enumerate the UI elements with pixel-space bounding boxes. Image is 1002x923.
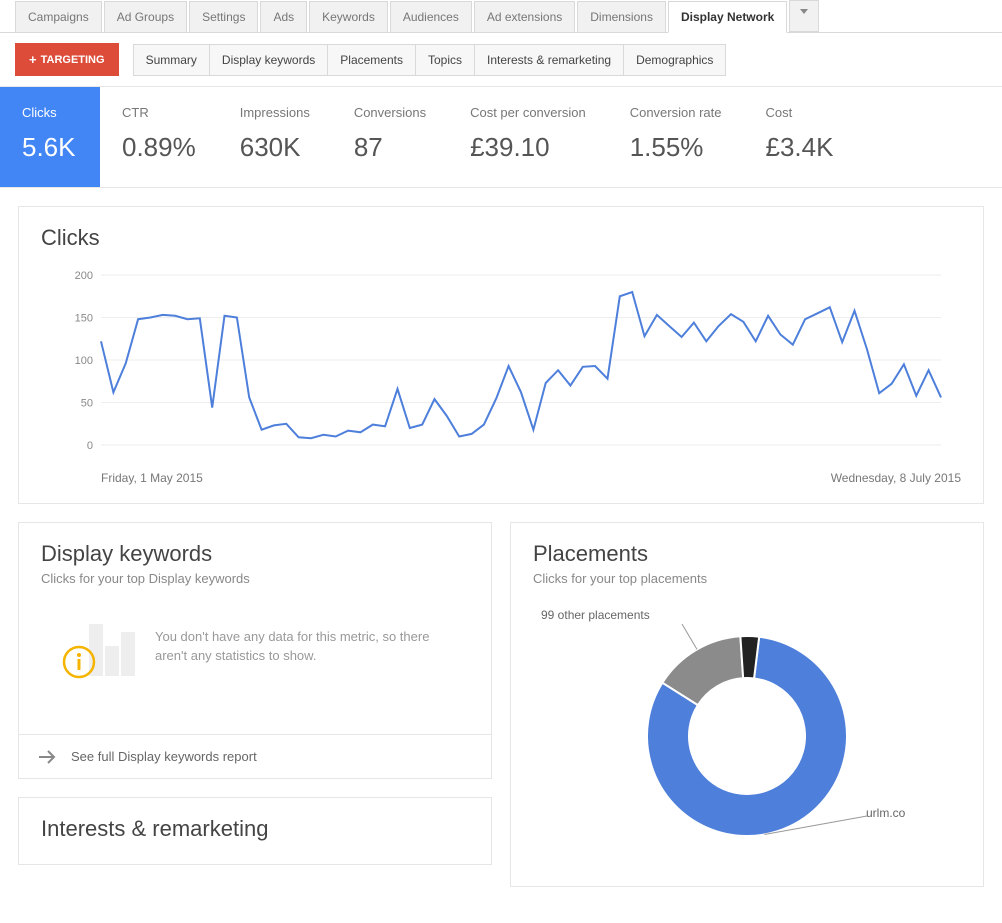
donut-slice-label: urlm.co xyxy=(866,806,905,820)
metric-tile[interactable]: Cost per conversion £39.10 xyxy=(448,87,608,187)
sub-tab[interactable]: Placements xyxy=(327,44,416,76)
arrow-right-icon xyxy=(39,750,57,764)
svg-text:100: 100 xyxy=(75,355,93,367)
metric-label: Impressions xyxy=(240,105,310,120)
metric-value: 630K xyxy=(240,132,310,163)
metric-label: Conversion rate xyxy=(630,105,722,120)
targeting-button-label: TARGETING xyxy=(41,54,105,66)
top-tab[interactable]: Dimensions xyxy=(577,1,666,33)
metric-tile[interactable]: Cost £3.4K xyxy=(743,87,855,187)
display-keywords-report-link[interactable]: See full Display keywords report xyxy=(19,734,491,778)
more-tabs-dropdown[interactable] xyxy=(789,0,819,32)
display-keywords-footer-label: See full Display keywords report xyxy=(71,749,257,764)
metric-value: £39.10 xyxy=(470,132,586,163)
placements-card: Placements Clicks for your top placement… xyxy=(510,522,984,887)
empty-state-message: You don't have any data for this metric,… xyxy=(155,627,435,666)
metric-tile[interactable]: Conversion rate 1.55% xyxy=(608,87,744,187)
svg-text:50: 50 xyxy=(81,398,93,410)
chart-start-date: Friday, 1 May 2015 xyxy=(101,471,203,485)
placements-subtitle: Clicks for your top placements xyxy=(533,571,961,586)
display-keywords-card: Display keywords Clicks for your top Dis… xyxy=(18,522,492,779)
sub-tab-bar: SummaryDisplay keywordsPlacementsTopicsI… xyxy=(133,44,726,76)
chart-end-date: Wednesday, 8 July 2015 xyxy=(831,471,961,485)
top-tab[interactable]: Ads xyxy=(260,1,307,33)
metric-label: Clicks xyxy=(22,105,78,120)
top-tab[interactable]: Ad extensions xyxy=(474,1,575,33)
svg-text:150: 150 xyxy=(75,313,93,325)
metric-label: Cost xyxy=(765,105,833,120)
interests-title: Interests & remarketing xyxy=(41,816,469,842)
svg-text:0: 0 xyxy=(87,440,93,452)
top-tab[interactable]: Campaigns xyxy=(15,1,102,33)
svg-text:200: 200 xyxy=(75,270,93,282)
metric-value: 87 xyxy=(354,132,426,163)
top-tab[interactable]: Audiences xyxy=(390,1,472,33)
sub-tab[interactable]: Topics xyxy=(415,44,475,76)
top-tab[interactable]: Keywords xyxy=(309,1,388,33)
metric-value: 0.89% xyxy=(122,132,196,163)
chevron-down-icon xyxy=(800,9,808,15)
sub-tab[interactable]: Summary xyxy=(133,44,210,76)
clicks-chart-card: Clicks 0 50 100 150 200 Friday, 1 May 2015 W… xyxy=(18,206,984,504)
placements-title: Placements xyxy=(533,541,961,567)
metric-tile[interactable]: CTR 0.89% xyxy=(100,87,218,187)
top-tab[interactable]: Ad Groups xyxy=(104,1,187,33)
metric-label: Conversions xyxy=(354,105,426,120)
metrics-row: Clicks 5.6K CTR 0.89% Impressions 630K Convers… xyxy=(0,87,1002,188)
top-tab[interactable]: Settings xyxy=(189,1,258,33)
sub-tab[interactable]: Demographics xyxy=(623,44,726,76)
display-keywords-title: Display keywords xyxy=(41,541,469,567)
empty-chart-icon xyxy=(61,616,133,676)
placements-donut-chart xyxy=(597,606,897,846)
plus-icon: + xyxy=(29,52,37,67)
metric-tile[interactable]: Clicks 5.6K xyxy=(0,87,100,187)
metric-value: £3.4K xyxy=(765,132,833,163)
metric-label: Cost per conversion xyxy=(470,105,586,120)
clicks-line-chart: 0 50 100 150 200 xyxy=(41,265,951,465)
info-icon xyxy=(61,644,97,680)
metric-tile[interactable]: Conversions 87 xyxy=(332,87,448,187)
metric-value: 5.6K xyxy=(22,132,78,163)
top-tab-bar: CampaignsAd GroupsSettingsAdsKeywordsAud… xyxy=(0,0,1002,33)
sub-tab[interactable]: Interests & remarketing xyxy=(474,44,624,76)
donut-slice-label: 99 other placements xyxy=(541,608,650,622)
secondary-toolbar: + TARGETING SummaryDisplay keywordsPlace… xyxy=(0,33,1002,87)
sub-tab[interactable]: Display keywords xyxy=(209,44,328,76)
display-keywords-subtitle: Clicks for your top Display keywords xyxy=(41,571,469,586)
chart-title: Clicks xyxy=(41,225,961,251)
targeting-button[interactable]: + TARGETING xyxy=(15,43,119,76)
interests-card: Interests & remarketing xyxy=(18,797,492,865)
metric-tile[interactable]: Impressions 630K xyxy=(218,87,332,187)
top-tab[interactable]: Display Network xyxy=(668,1,787,33)
metric-value: 1.55% xyxy=(630,132,722,163)
metric-label: CTR xyxy=(122,105,196,120)
